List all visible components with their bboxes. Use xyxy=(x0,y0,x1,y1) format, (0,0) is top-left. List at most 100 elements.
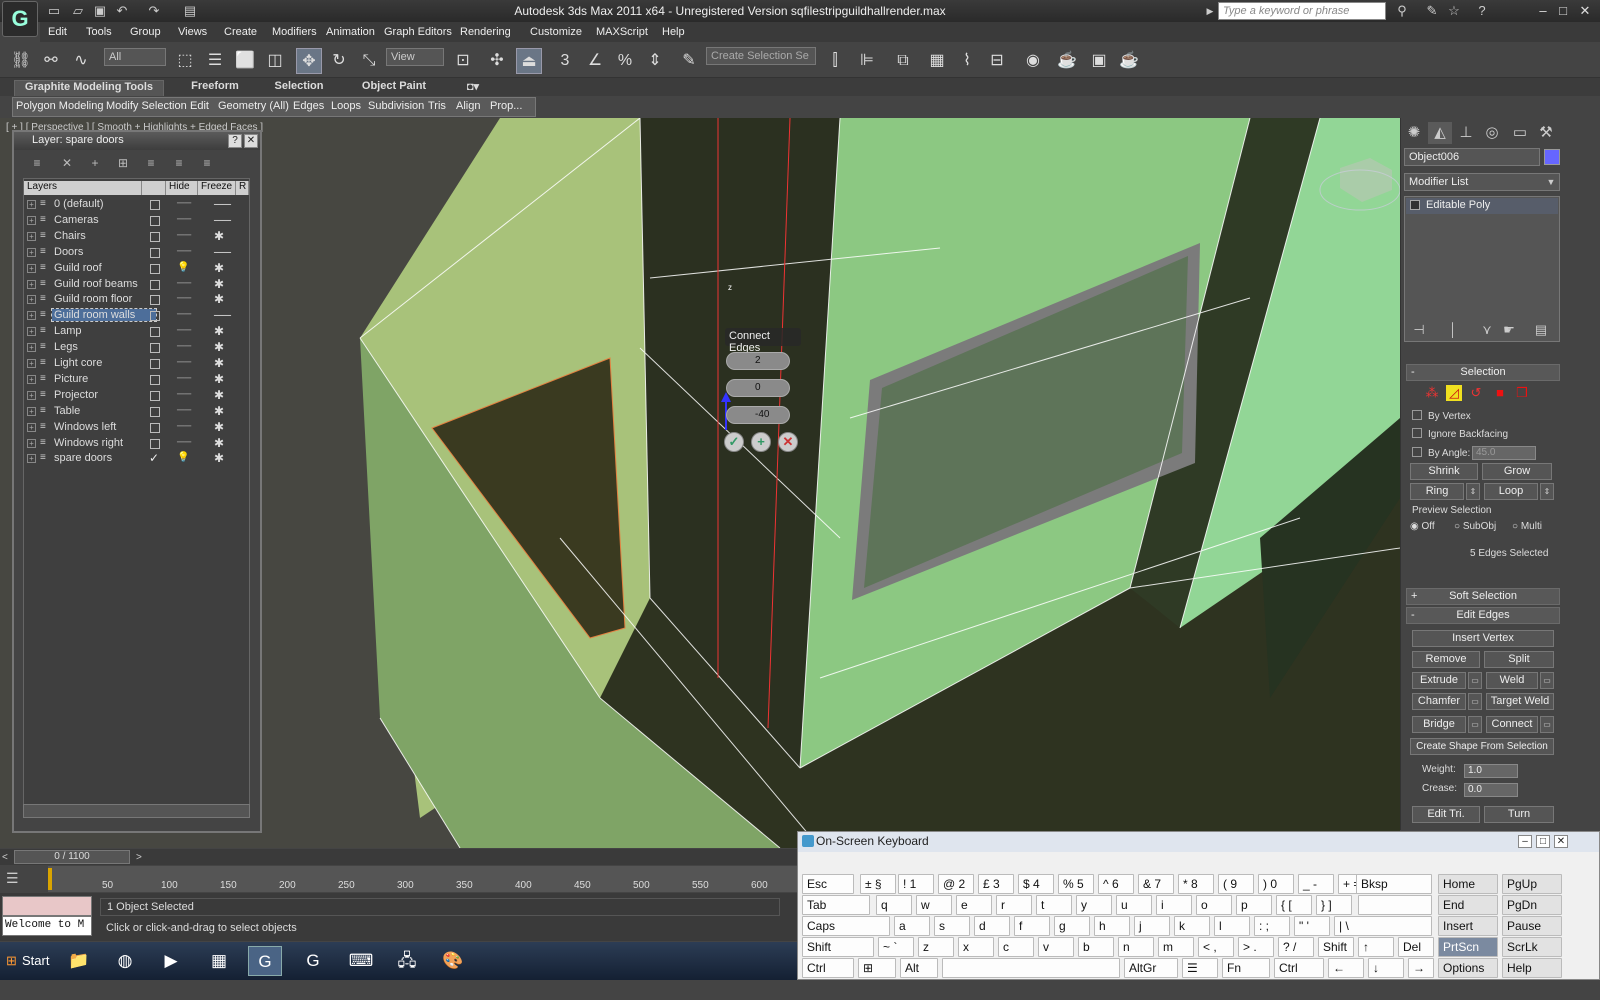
osk-key[interactable]: AltGr xyxy=(1124,958,1178,978)
connect-pinch-field[interactable]: 0 xyxy=(726,379,790,397)
layer-freeze-toggle[interactable]: ── xyxy=(214,308,231,322)
search-expand-icon[interactable]: ▶ xyxy=(1202,3,1218,19)
element-mode-icon[interactable]: ❒ xyxy=(1514,385,1530,401)
osk-key[interactable]: Del xyxy=(1398,937,1434,957)
motion-tab-icon[interactable]: ◎ xyxy=(1480,122,1504,144)
current-layer-checkbox[interactable] xyxy=(150,390,160,401)
osk-key[interactable]: q xyxy=(876,895,912,915)
osk-key[interactable]: r xyxy=(996,895,1032,915)
caddy-ok-icon[interactable]: ✓ xyxy=(724,432,744,452)
caddy-cancel-icon[interactable]: ✕ xyxy=(778,432,798,452)
new-file-icon[interactable]: ▭ xyxy=(46,3,62,19)
osk-key[interactable]: : ; xyxy=(1254,916,1290,936)
osk-key[interactable]: ^ 6 xyxy=(1098,874,1134,894)
layer-row[interactable]: + ≡ Windows right ── ✱ xyxy=(24,436,249,452)
remove-modifier-icon[interactable]: ☛ xyxy=(1500,322,1518,338)
osk-key[interactable]: u xyxy=(1116,895,1152,915)
osk-key[interactable]: ? / xyxy=(1278,937,1314,957)
osk-key[interactable]: Home xyxy=(1438,874,1498,894)
favorites-star-icon[interactable]: ☆ xyxy=(1446,3,1462,19)
split-button[interactable]: Split xyxy=(1484,651,1554,668)
modifier-list-dropdown[interactable]: Modifier List xyxy=(1404,173,1560,191)
border-mode-icon[interactable]: ↺ xyxy=(1468,385,1484,401)
layer-name[interactable]: Legs xyxy=(52,341,156,353)
current-frame-marker[interactable] xyxy=(48,868,52,890)
layer-row[interactable]: + ≡ Doors ── ── xyxy=(24,245,249,261)
tab-object-paint[interactable]: Object Paint xyxy=(354,80,434,92)
layer-row[interactable]: + ≡ Table ── ✱ xyxy=(24,404,249,420)
layer-freeze-toggle[interactable]: ✱ xyxy=(214,388,224,402)
create-tab-icon[interactable]: ✺ xyxy=(1402,122,1426,144)
layer-row[interactable]: + ≡ Guild roof beams ── ✱ xyxy=(24,277,249,293)
layer-hide-toggle[interactable]: ── xyxy=(177,437,191,448)
col-render[interactable]: R xyxy=(236,181,249,195)
osk-key[interactable]: o xyxy=(1196,895,1232,915)
schematic-view-icon[interactable]: ⊟ xyxy=(984,48,1010,74)
menu-views[interactable]: Views xyxy=(178,26,207,38)
osk-key[interactable]: < , xyxy=(1198,937,1234,957)
col-hide[interactable]: Hide xyxy=(166,181,198,195)
window-crossing-icon[interactable]: ◫ xyxy=(262,48,288,74)
object-color-swatch[interactable] xyxy=(1544,149,1560,165)
panel-tris[interactable]: Tris xyxy=(428,100,446,112)
maximize-button[interactable]: □ xyxy=(1554,2,1572,20)
layer-freeze-toggle[interactable]: ✱ xyxy=(214,277,224,291)
osk-title[interactable]: On-Screen Keyboard xyxy=(798,832,1599,852)
current-layer-checkbox[interactable] xyxy=(150,247,160,258)
turn-button[interactable]: Turn xyxy=(1484,806,1554,823)
layer-name[interactable]: Windows right xyxy=(52,437,156,449)
minimize-button[interactable]: – xyxy=(1534,2,1552,20)
hierarchy-tab-icon[interactable]: ⊥ xyxy=(1454,122,1478,144)
insert-vertex-button[interactable]: Insert Vertex xyxy=(1412,630,1554,647)
osk-key[interactable]: { [ xyxy=(1276,895,1312,915)
layer-expand-icon[interactable]: + xyxy=(27,454,36,464)
layer-freeze-toggle[interactable]: ✱ xyxy=(214,292,224,306)
col-current[interactable] xyxy=(142,181,166,195)
osk-key[interactable] xyxy=(1358,895,1432,915)
listener-output[interactable]: Welcome to M xyxy=(2,916,92,936)
layer-expand-icon[interactable]: + xyxy=(27,359,36,368)
layer-expand-icon[interactable]: + xyxy=(27,438,36,448)
layer-name[interactable]: Windows left xyxy=(52,421,156,433)
layer-dialog-title[interactable]: Layer: spare doors xyxy=(14,132,260,150)
weld-settings-icon[interactable]: ▭ xyxy=(1540,672,1554,689)
menu-edit[interactable]: Edit xyxy=(48,26,67,38)
osk-key[interactable]: m xyxy=(1158,937,1194,957)
osk-key[interactable]: y xyxy=(1076,895,1112,915)
search-input[interactable]: Type a keyword or phrase xyxy=(1218,2,1386,20)
bind-spacewarp-icon[interactable]: ∿ xyxy=(68,48,94,74)
render-setup-icon[interactable]: ☕ xyxy=(1054,48,1080,74)
osk-maximize-button[interactable]: □ xyxy=(1536,835,1550,848)
menu-animation[interactable]: Animation xyxy=(326,26,375,38)
osk-key[interactable]: l xyxy=(1214,916,1250,936)
layer-expand-icon[interactable]: + xyxy=(27,327,36,337)
layer-delete-icon[interactable]: ✕ xyxy=(58,156,76,172)
snaps-toggle-icon[interactable]: 3 xyxy=(552,48,578,74)
layer-freeze-toggle[interactable]: ✱ xyxy=(214,372,224,386)
current-layer-checkbox[interactable] xyxy=(150,359,160,369)
menu-rendering[interactable]: Rendering xyxy=(460,26,511,38)
layer-hide-toggle[interactable]: ── xyxy=(177,246,191,257)
layer-freeze-toggle[interactable]: ✱ xyxy=(214,324,224,338)
osk-key[interactable]: % 5 xyxy=(1058,874,1094,894)
osk-key[interactable]: f xyxy=(1014,916,1050,936)
time-slider-thumb[interactable]: 0 / 1100 xyxy=(14,850,130,864)
ignore-backfacing-checkbox[interactable]: Ignore Backfacing xyxy=(1412,428,1508,440)
undo-icon[interactable]: ↶ xyxy=(114,3,130,19)
panel-edit[interactable]: Edit xyxy=(190,100,209,112)
layer-freeze-toggle[interactable]: ✱ xyxy=(214,420,224,434)
osk-key[interactable]: £ 3 xyxy=(978,874,1014,894)
selection-rollout-header[interactable]: - Selection xyxy=(1406,364,1560,381)
osk-key[interactable]: e xyxy=(956,895,992,915)
layer-hide-toggle[interactable]: 💡 xyxy=(177,262,189,273)
current-layer-checkbox[interactable] xyxy=(150,311,160,322)
target-weld-button[interactable]: Target Weld xyxy=(1486,693,1554,710)
layer-freeze-toggle[interactable]: ✱ xyxy=(214,340,224,354)
graphite-toggle-icon[interactable]: ▦ xyxy=(924,48,950,74)
layer-hide-toggle[interactable]: ── xyxy=(177,325,191,336)
trackbar-filter-icon[interactable]: ☰ xyxy=(6,870,36,888)
layer-freeze-toggle[interactable]: ✱ xyxy=(214,229,224,243)
layer-freeze-toggle[interactable]: ✱ xyxy=(214,404,224,418)
osk-key[interactable]: ↓ xyxy=(1368,958,1404,978)
explorer-icon[interactable]: 📁 xyxy=(62,946,96,976)
